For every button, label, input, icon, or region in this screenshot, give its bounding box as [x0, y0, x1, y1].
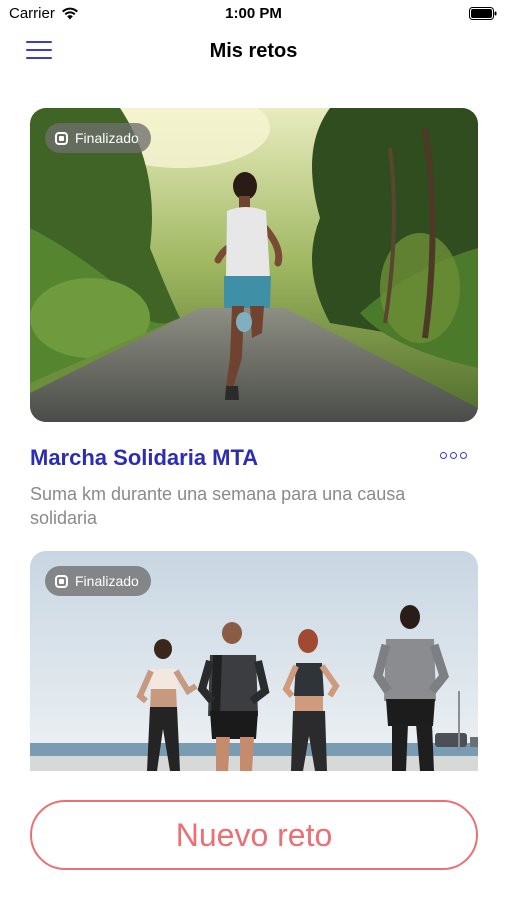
page-title: Mis retos	[209, 40, 298, 62]
challenge-title[interactable]: Marcha Solidaria MTA	[30, 445, 258, 471]
status-badge: Finalizado	[45, 566, 151, 596]
challenge-card-image[interactable]: Finalizado	[30, 108, 478, 422]
challenge-description: Suma km durante una semana para una caus…	[30, 484, 406, 528]
challenge-card-image[interactable]: Finalizado	[30, 551, 478, 771]
new-challenge-button[interactable]: Nuevo reto	[30, 800, 478, 870]
status-badge-label: Finalizado	[75, 130, 139, 146]
status-badge: Finalizado	[45, 123, 151, 153]
navigation-bar: Mis retos	[0, 30, 507, 74]
battery-icon	[469, 7, 497, 20]
status-time: 1:00 PM	[225, 5, 282, 22]
status-bar: Carrier 1:00 PM	[0, 0, 507, 28]
runner-forest-photo	[30, 108, 478, 422]
status-badge-label: Finalizado	[75, 573, 139, 589]
more-options-icon[interactable]	[440, 452, 468, 464]
new-challenge-button-label: Nuevo reto	[175, 816, 333, 853]
stop-square-icon	[55, 131, 68, 145]
stop-square-icon	[55, 574, 68, 588]
